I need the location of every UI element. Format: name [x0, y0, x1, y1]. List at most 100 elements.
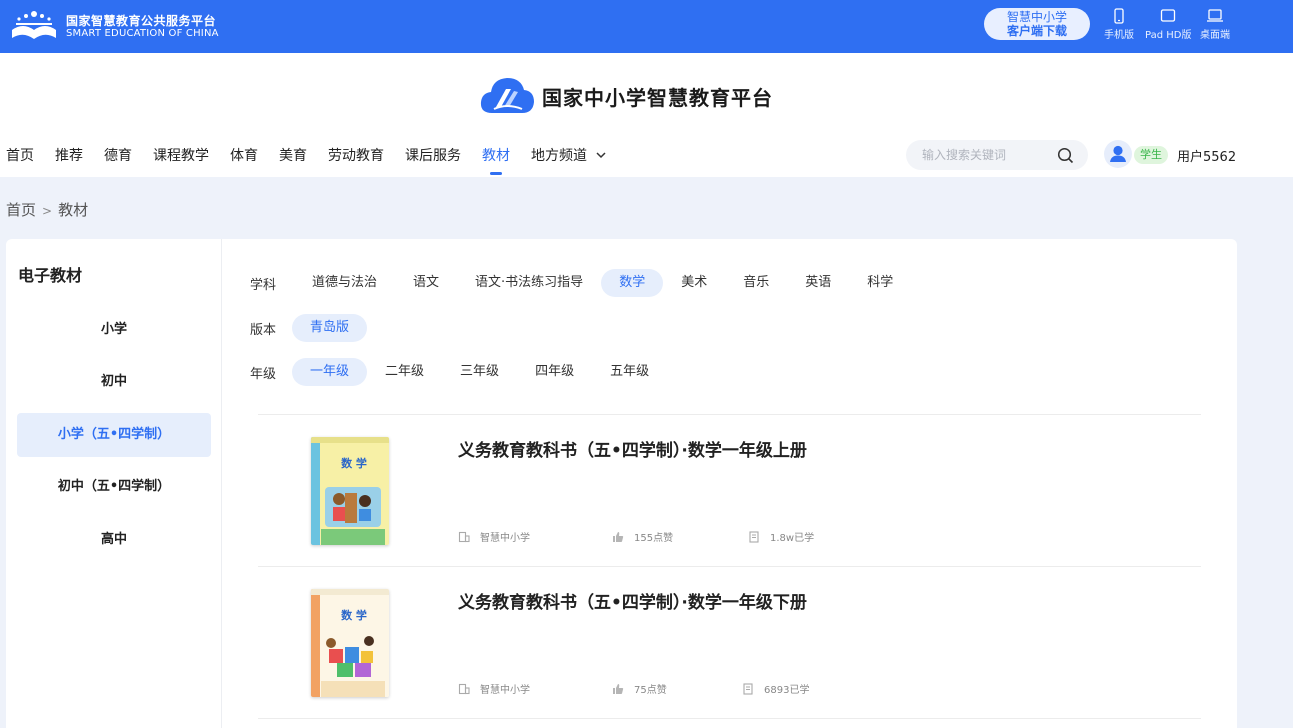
- breadcrumb-home[interactable]: 首页: [6, 201, 36, 219]
- subject-chip-chinese[interactable]: 语文: [395, 269, 457, 297]
- search-icon[interactable]: [1057, 147, 1074, 164]
- grade-chip-1[interactable]: 一年级: [292, 358, 368, 386]
- pad-version-label: Pad HD版: [1145, 30, 1192, 41]
- book-cover-art: 数 学: [311, 437, 389, 545]
- platform-logo-icon[interactable]: [8, 8, 60, 42]
- book-learners: 1.8w已学: [748, 529, 814, 544]
- nav-item-after-school[interactable]: 课后服务: [405, 145, 461, 175]
- main-nav: 首页 推荐 德育 课程教学 体育 美育 劳动教育 课后服务 教材 地方频道: [0, 145, 628, 175]
- nav-item-local-channel[interactable]: 地方频道: [531, 145, 607, 175]
- nav-item-textbooks[interactable]: 教材: [482, 145, 510, 175]
- book-likes: 75点赞: [612, 681, 667, 696]
- cloud-book-logo-icon: [480, 78, 534, 113]
- role-badge: 学生: [1134, 146, 1168, 164]
- nav-item-recommend[interactable]: 推荐: [55, 145, 83, 175]
- grade-chip-4[interactable]: 四年级: [517, 358, 592, 386]
- desktop-version-link[interactable]: 桌面端: [1200, 8, 1230, 41]
- subject-chip-calligraphy[interactable]: 语文·书法练习指导: [457, 269, 601, 297]
- user-icon: [1110, 145, 1126, 162]
- cover-title-text: 数 学: [341, 456, 367, 470]
- grade-chip-5[interactable]: 五年级: [592, 358, 667, 386]
- book-source: 智慧中小学: [458, 529, 530, 544]
- nav-item-sports[interactable]: 体育: [230, 145, 258, 175]
- thumbs-up-icon: [613, 531, 624, 542]
- client-download-line1: 智慧中小学: [1006, 10, 1067, 24]
- nav-item-labor[interactable]: 劳动教育: [328, 145, 384, 175]
- textbook-panel: 电子教材 小学 初中 小学（五•四学制） 初中（五•四学制） 高中 学科 道德与…: [6, 239, 1237, 728]
- book-learners-count: 1.8w已学: [770, 533, 815, 544]
- nav-item-moral[interactable]: 德育: [104, 145, 132, 175]
- book-learners-count: 6893已学: [764, 685, 810, 696]
- book-title[interactable]: 义务教育教科书（五•四学制）·数学一年级下册: [458, 588, 807, 613]
- breadcrumb: 首页 > 教材: [6, 199, 88, 220]
- subject-chip-music[interactable]: 音乐: [725, 269, 787, 297]
- book-source-label: 智慧中小学: [480, 533, 530, 544]
- document-icon: [749, 530, 759, 543]
- subject-chip-english[interactable]: 英语: [787, 269, 849, 297]
- subject-chip-math[interactable]: 数学: [601, 269, 664, 297]
- book-source-label: 智慧中小学: [480, 685, 530, 696]
- avatar[interactable]: [1104, 140, 1132, 168]
- building-icon: [458, 531, 470, 542]
- thumbs-up-icon: [613, 683, 624, 694]
- book-likes: 155点赞: [612, 529, 673, 544]
- search-input[interactable]: [922, 146, 1052, 164]
- pad-version-link[interactable]: Pad HD版: [1145, 8, 1191, 41]
- laptop-icon: [1207, 9, 1223, 22]
- search-box: [906, 140, 1088, 170]
- phone-icon: [1114, 8, 1124, 24]
- grade-chip-3[interactable]: 三年级: [442, 358, 517, 386]
- nav-item-home[interactable]: 首页: [6, 145, 34, 175]
- sidebar-item-primary[interactable]: 小学: [17, 308, 211, 352]
- book-cover-art: 数 学: [311, 589, 389, 697]
- sidebar-item-primary-54[interactable]: 小学（五•四学制）: [17, 413, 211, 457]
- book-cover-image[interactable]: 数 学: [311, 437, 389, 545]
- brand-title: 国家中小学智慧教育平台: [542, 85, 773, 110]
- subject-chip-art[interactable]: 美术: [663, 269, 725, 297]
- chevron-down-icon: [596, 152, 606, 159]
- book-list-divider: [258, 718, 1201, 728]
- sidebar: 电子教材 小学 初中 小学（五•四学制） 初中（五•四学制） 高中: [6, 239, 222, 728]
- brand-logo[interactable]: 国家中小学智慧教育平台: [478, 73, 773, 119]
- subject-chip-morality[interactable]: 道德与法治: [294, 269, 395, 297]
- subject-label: 学科: [250, 277, 277, 293]
- book-source: 智慧中小学: [458, 681, 530, 696]
- tablet-icon: [1161, 9, 1176, 22]
- edition-label: 版本: [250, 322, 277, 338]
- sidebar-item-junior-54[interactable]: 初中（五•四学制）: [17, 465, 211, 509]
- book-cover-image[interactable]: 数 学: [311, 589, 389, 697]
- logo-title-en: SMART EDUCATION OF CHINA: [66, 28, 219, 39]
- client-download-button[interactable]: 智慧中小学 客户端下载: [984, 8, 1090, 40]
- username[interactable]: 用户5562: [1177, 146, 1236, 165]
- mobile-version-link[interactable]: 手机版: [1104, 8, 1134, 41]
- grade-label: 年级: [250, 366, 277, 382]
- site-header: 国家中小学智慧教育平台 首页 推荐 德育 课程教学 体育 美育 劳动教育 课后服…: [0, 53, 1293, 177]
- edition-chip-qingdao[interactable]: 青岛版: [292, 314, 368, 342]
- client-download-line2: 客户端下载: [1006, 24, 1067, 38]
- cover-title-text: 数 学: [341, 608, 367, 622]
- subject-filter-row: 学科 道德与法治 语文 语文·书法练习指导 数学 美术 音乐 英语 科学: [250, 269, 911, 297]
- building-icon: [458, 683, 470, 694]
- desktop-version-label: 桌面端: [1200, 30, 1230, 41]
- mobile-version-label: 手机版: [1104, 30, 1134, 41]
- sidebar-title: 电子教材: [18, 266, 83, 285]
- book-card[interactable]: 数 学 义务教育教科书（五•四学制）·数学一年级上册 智慧中小学 155点赞 1…: [258, 414, 1201, 566]
- book-title[interactable]: 义务教育教科书（五•四学制）·数学一年级上册: [458, 436, 807, 461]
- book-likes-count: 155点赞: [634, 533, 674, 544]
- nav-item-courses[interactable]: 课程教学: [153, 145, 209, 175]
- grade-filter-row: 年级 一年级 二年级 三年级 四年级 五年级: [250, 358, 667, 386]
- subject-chip-science[interactable]: 科学: [849, 269, 911, 297]
- breadcrumb-separator: >: [42, 204, 53, 218]
- nav-local-channel-label: 地方频道: [531, 148, 587, 164]
- book-card[interactable]: 数 学 义务教育教科书（五•四学制）·数学一年级下册 智慧中小学 75点赞 68…: [258, 566, 1201, 718]
- logo-title-cn: 国家智慧教育公共服务平台: [66, 14, 217, 28]
- sidebar-item-junior[interactable]: 初中: [17, 360, 211, 404]
- book-list: 数 学 义务教育教科书（五•四学制）·数学一年级上册 智慧中小学 155点赞 1…: [258, 414, 1201, 728]
- breadcrumb-current: 教材: [58, 201, 89, 219]
- top-bar: 国家智慧教育公共服务平台 SMART EDUCATION OF CHINA 智慧…: [0, 0, 1293, 53]
- grade-chip-2[interactable]: 二年级: [367, 358, 442, 386]
- sidebar-item-senior[interactable]: 高中: [17, 518, 211, 562]
- book-learners: 6893已学: [742, 681, 809, 696]
- nav-item-arts[interactable]: 美育: [279, 145, 307, 175]
- book-likes-count: 75点赞: [634, 685, 667, 696]
